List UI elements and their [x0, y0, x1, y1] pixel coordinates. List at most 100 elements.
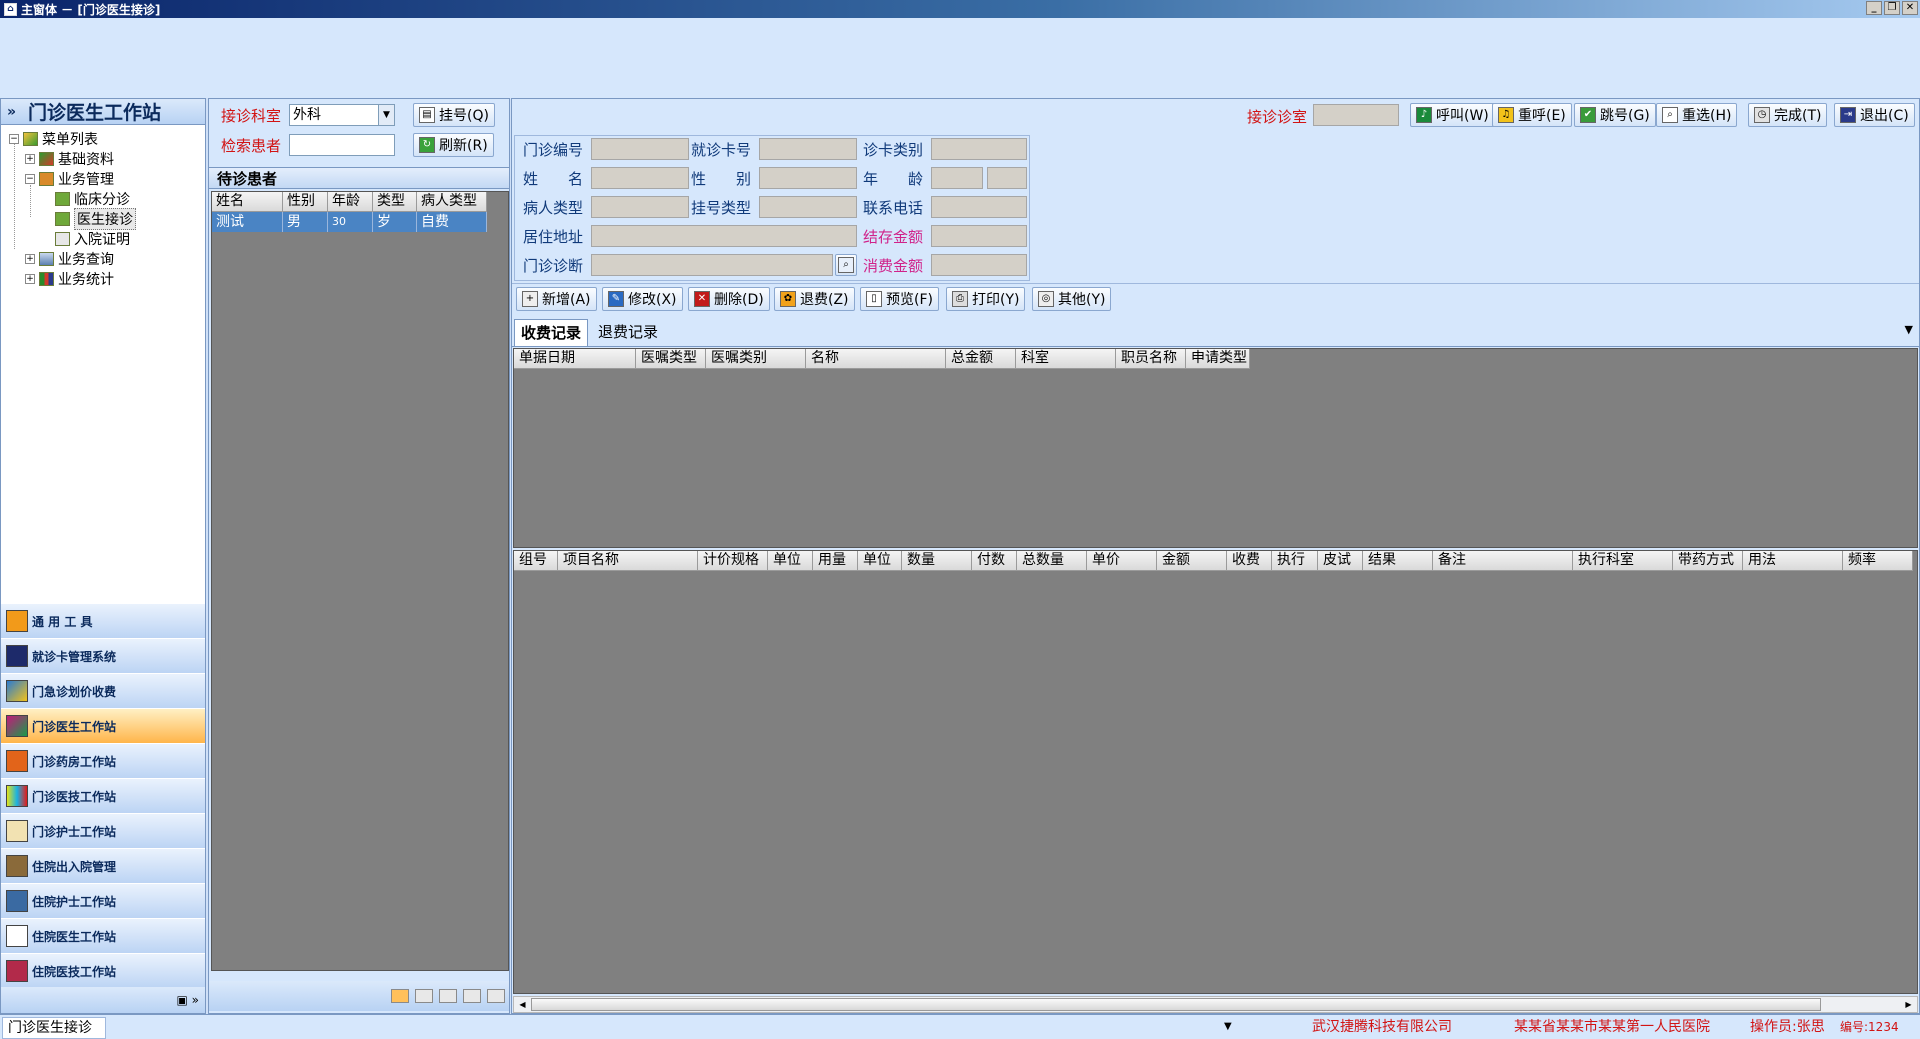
column-header[interactable]: 医嘱类型: [636, 349, 706, 369]
view-mode-icon[interactable]: [415, 989, 433, 1003]
column-header[interactable]: 项目名称: [558, 551, 698, 571]
column-header[interactable]: 频率: [1843, 551, 1913, 571]
tree-node-admission-cert[interactable]: 入院证明: [55, 229, 130, 249]
module-billing[interactable]: 门急诊划价收费: [1, 674, 205, 709]
collapse-icon[interactable]: −: [25, 174, 35, 184]
tree-node-business-mgmt[interactable]: − 业务管理: [25, 169, 114, 189]
expand-icon[interactable]: +: [25, 154, 35, 164]
module-inpatient-doctor[interactable]: 住院医生工作站: [1, 919, 205, 954]
module-card-mgmt[interactable]: 就诊卡管理系统: [1, 639, 205, 674]
minimize-button[interactable]: _: [1866, 1, 1882, 15]
column-header[interactable]: 姓名: [212, 192, 283, 212]
tree-node-triage[interactable]: 临床分诊: [55, 189, 130, 209]
expand-icon[interactable]: +: [25, 254, 35, 264]
horizontal-scrollbar[interactable]: ◀ ▶: [513, 996, 1918, 1013]
column-header[interactable]: 科室: [1016, 349, 1116, 369]
patient-search-input[interactable]: [289, 134, 395, 156]
view-mode-icon[interactable]: [463, 989, 481, 1003]
module-outpatient-pharmacy[interactable]: 门诊药房工作站: [1, 744, 205, 779]
column-header[interactable]: 数量: [902, 551, 972, 571]
column-header[interactable]: 结果: [1363, 551, 1433, 571]
module-inpatient-admission[interactable]: 住院出入院管理: [1, 849, 205, 884]
other-button[interactable]: ◎ 其他(Y): [1032, 287, 1112, 311]
column-header[interactable]: 医嘱类别: [706, 349, 806, 369]
column-header[interactable]: 组号: [514, 551, 558, 571]
print-button[interactable]: ⎙ 打印(Y): [946, 287, 1026, 311]
module-common-tools[interactable]: 通 用 工 具: [1, 604, 205, 639]
chevron-down-icon[interactable]: ▼: [1905, 323, 1913, 336]
column-header[interactable]: 皮试: [1318, 551, 1363, 571]
tree-node-business-query[interactable]: + 业务查询: [25, 249, 114, 269]
view-mode-icon[interactable]: [391, 989, 409, 1003]
add-button[interactable]: + 新增(A): [516, 287, 597, 311]
waiting-patients-title: 待诊患者: [209, 167, 509, 189]
expand-icon[interactable]: +: [25, 274, 35, 284]
column-header[interactable]: 单据日期: [514, 349, 636, 369]
dept-select[interactable]: 外科 ▼: [289, 104, 395, 126]
module-inpatient-nurse[interactable]: 住院护士工作站: [1, 884, 205, 919]
age-field: [931, 167, 983, 189]
module-outpatient-nurse[interactable]: 门诊护士工作站: [1, 814, 205, 849]
configure-icon[interactable]: ▣ »: [177, 993, 200, 1007]
column-header[interactable]: 金额: [1157, 551, 1227, 571]
reselect-button[interactable]: ⌕ 重选(H): [1656, 103, 1738, 127]
table-row[interactable]: 测试 男 30 岁 自费: [212, 212, 487, 232]
tree-node-business-stats[interactable]: + 业务统计: [25, 269, 114, 289]
column-header[interactable]: 备注: [1433, 551, 1573, 571]
collapse-chevron-icon[interactable]: »: [7, 104, 16, 120]
collapse-icon[interactable]: −: [9, 134, 19, 144]
column-header[interactable]: 用量: [813, 551, 858, 571]
column-header[interactable]: 执行科室: [1573, 551, 1673, 571]
delete-button[interactable]: ✕ 删除(D): [688, 287, 770, 311]
diagnosis-search-button[interactable]: ⌕: [835, 254, 857, 276]
column-header[interactable]: 申请类型: [1186, 349, 1250, 369]
close-button[interactable]: ✕: [1902, 1, 1918, 15]
column-header[interactable]: 计价规格: [698, 551, 768, 571]
preview-button[interactable]: ▯ 预览(F): [860, 287, 939, 311]
view-mode-icon[interactable]: [487, 989, 505, 1003]
column-header[interactable]: 收费: [1227, 551, 1272, 571]
refresh-button[interactable]: ↻ 刷新(R): [413, 133, 494, 157]
view-mode-icon[interactable]: [439, 989, 457, 1003]
status-bar: 门诊医生接诊 ▼ 武汉捷腾科技有限公司 某某省某某市某某第一人民医院 操作员:张…: [0, 1014, 1920, 1039]
scrollbar-thumb[interactable]: [531, 998, 1821, 1011]
column-header[interactable]: 总金额: [946, 349, 1016, 369]
column-header[interactable]: 单位: [768, 551, 813, 571]
column-header[interactable]: 性别: [283, 192, 328, 212]
column-header[interactable]: 带药方式: [1673, 551, 1743, 571]
module-outpatient-medtech[interactable]: 门诊医技工作站: [1, 779, 205, 814]
register-button[interactable]: ▤ 挂号(Q): [413, 103, 495, 127]
column-header[interactable]: 单价: [1087, 551, 1157, 571]
diagnosis-field[interactable]: [591, 254, 833, 276]
tree-node-doctor-visit[interactable]: 医生接诊: [55, 208, 136, 230]
complete-button[interactable]: ◷ 完成(T): [1748, 103, 1828, 127]
tab-refund-records[interactable]: 退费记录: [592, 319, 664, 346]
scroll-left-icon[interactable]: ◀: [515, 998, 530, 1011]
column-header[interactable]: 执行: [1272, 551, 1318, 571]
skip-button[interactable]: ✔ 跳号(G): [1574, 103, 1656, 127]
column-header[interactable]: 职员名称: [1116, 349, 1186, 369]
module-inpatient-medtech[interactable]: 住院医技工作站: [1, 954, 205, 989]
column-header[interactable]: 付数: [972, 551, 1017, 571]
edit-button[interactable]: ✎ 修改(X): [602, 287, 683, 311]
column-header[interactable]: 名称: [806, 349, 946, 369]
module-outpatient-doctor[interactable]: 门诊医生工作站: [1, 709, 205, 744]
scroll-right-icon[interactable]: ▶: [1901, 998, 1916, 1011]
status-code: 编号:1234: [1840, 1020, 1899, 1034]
tab-charge-records[interactable]: 收费记录: [514, 319, 589, 346]
refund-button[interactable]: ✿ 退费(Z): [774, 287, 855, 311]
call-button[interactable]: ♪ 呼叫(W): [1410, 103, 1495, 127]
chevron-down-icon[interactable]: ▼: [1224, 1017, 1232, 1037]
tree-node-basic-data[interactable]: + 基础资料: [25, 149, 114, 169]
column-header[interactable]: 类型: [373, 192, 417, 212]
chevron-down-icon[interactable]: ▼: [378, 105, 394, 125]
column-header[interactable]: 单位: [858, 551, 902, 571]
maximize-button[interactable]: ❐: [1884, 1, 1900, 15]
tree-node-menu-list[interactable]: − 菜单列表: [9, 129, 98, 149]
column-header[interactable]: 年龄: [328, 192, 373, 212]
column-header[interactable]: 病人类型: [417, 192, 487, 212]
recall-button[interactable]: ♫ 重呼(E): [1492, 103, 1572, 127]
column-header[interactable]: 总数量: [1017, 551, 1087, 571]
exit-button[interactable]: ⇥ 退出(C): [1834, 103, 1915, 127]
column-header[interactable]: 用法: [1743, 551, 1843, 571]
